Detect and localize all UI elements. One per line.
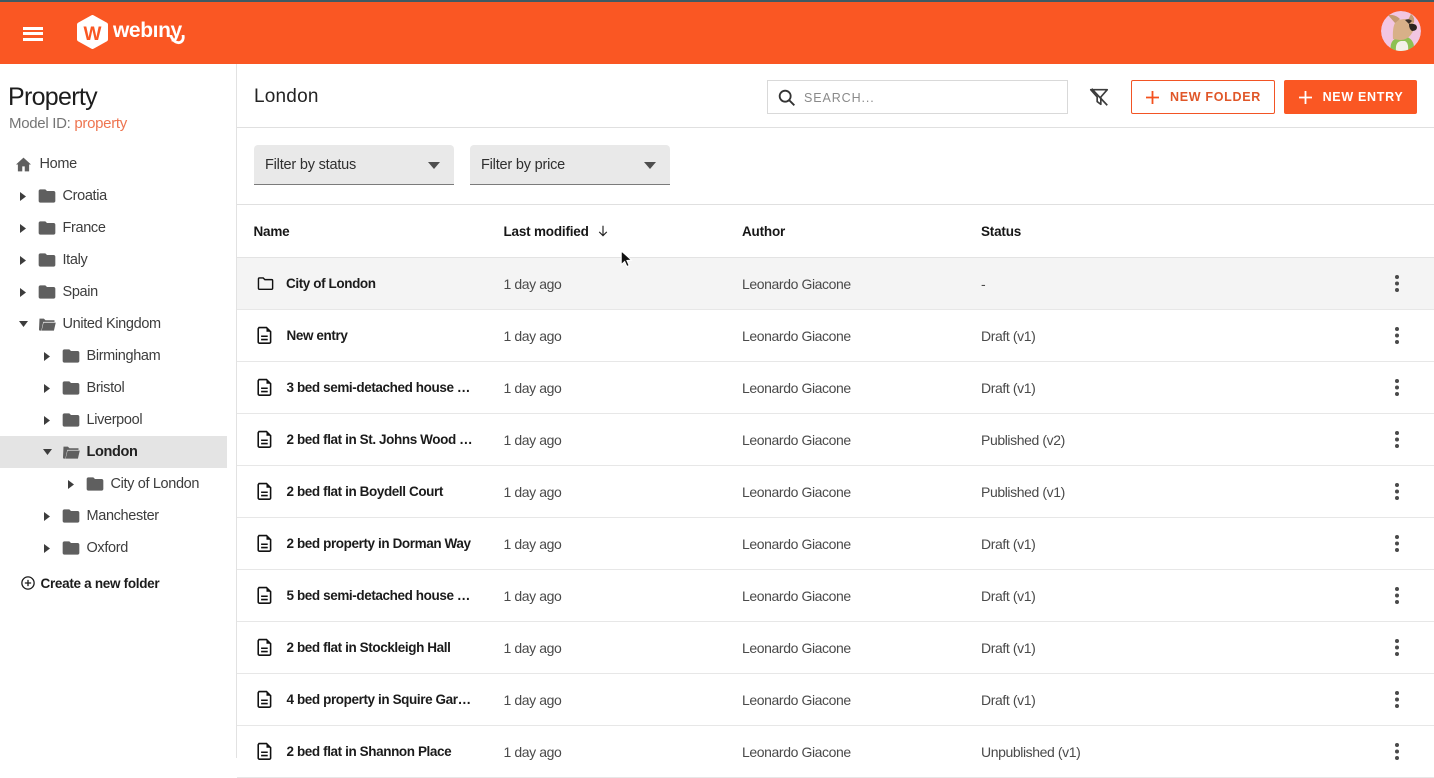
svg-text:W: W: [84, 24, 102, 45]
